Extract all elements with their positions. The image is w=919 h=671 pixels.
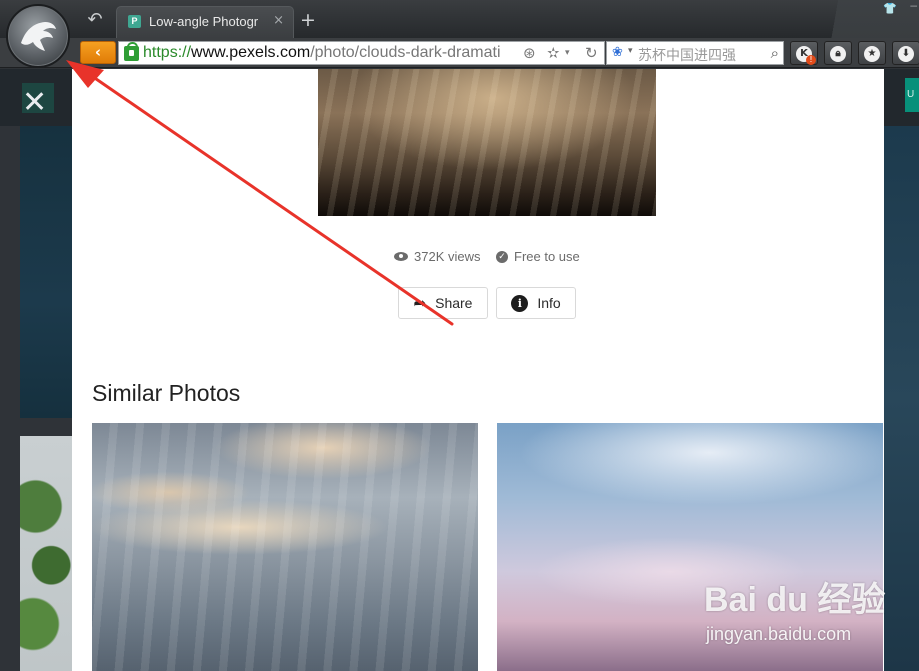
info-label: Info <box>537 295 561 311</box>
photo-modal: 372K views ✓ Free to use ➦ Share i Info … <box>72 69 884 671</box>
main-photo[interactable] <box>318 69 656 216</box>
address-bar[interactable]: https://www.pexels.com/photo/clouds-dark… <box>118 41 605 65</box>
share-label: Share <box>435 295 473 311</box>
license-text: Free to use <box>514 249 580 264</box>
info-button[interactable]: i Info <box>496 287 576 319</box>
k-extension-button[interactable]: K ! <box>790 41 818 65</box>
share-arrow-icon: ➦ <box>413 294 427 312</box>
background-photo-left-top <box>20 126 72 418</box>
lock-extension-icon: 🔒︎ <box>830 45 846 62</box>
favorite-star-icon[interactable]: ✫ <box>547 44 560 62</box>
light-rays <box>318 69 656 216</box>
url-text[interactable]: https://www.pexels.com/photo/clouds-dark… <box>143 44 521 62</box>
tab-active[interactable]: P Low-angle Photogr × <box>116 6 294 38</box>
baidu-paw-icon[interactable]: ❀ <box>612 45 623 60</box>
views-count: 372K views <box>414 249 481 264</box>
url-host: www.pexels.com <box>191 44 311 61</box>
info-icon: i <box>511 294 529 312</box>
pexels-favicon-icon: P <box>128 15 141 28</box>
url-path: /photo/clouds-dark-dramati <box>310 44 501 61</box>
header-button-dimmed: U <box>905 78 919 112</box>
download-button[interactable]: ⬇ <box>892 41 919 65</box>
skin-icon[interactable]: 👕 <box>883 2 897 15</box>
license-stat: ✓ Free to use <box>496 249 580 264</box>
similar-photo-1[interactable] <box>92 423 478 671</box>
star-extension-icon: ★ <box>864 45 880 62</box>
undo-close-tab-icon[interactable]: ↶ <box>84 9 106 31</box>
secure-lock-icon[interactable] <box>124 42 139 61</box>
refresh-icon[interactable]: ↻ <box>585 44 598 62</box>
star-extension-button[interactable]: ★ <box>858 41 886 65</box>
search-input[interactable]: 苏杯中国进四强 <box>638 45 736 65</box>
lock-extension-button[interactable]: 🔒︎ <box>824 41 852 65</box>
eye-icon <box>394 252 408 261</box>
compat-mode-icon[interactable]: ⊛ <box>523 44 536 62</box>
photo-stats: 372K views ✓ Free to use <box>72 249 884 267</box>
similar-photo-2[interactable] <box>497 423 883 671</box>
new-tab-button[interactable]: + <box>300 9 316 31</box>
alert-badge: ! <box>806 55 816 65</box>
share-button[interactable]: ➦ Share <box>398 287 488 319</box>
navigation-toolbar: ‹ https://www.pexels.com/photo/clouds-da… <box>0 38 919 68</box>
download-icon: ⬇ <box>898 45 914 62</box>
search-engine-dropdown-icon[interactable]: ▾ <box>628 46 633 56</box>
background-photo-right <box>884 126 919 671</box>
similar-photos-heading: Similar Photos <box>92 380 241 406</box>
browser-logo-button[interactable] <box>6 4 70 68</box>
tabbar-decoration <box>809 0 919 38</box>
check-circle-icon: ✓ <box>496 250 508 263</box>
cheetah-logo-icon <box>21 22 56 51</box>
search-bar[interactable]: ❀ ▾ 苏杯中国进四强 ⌕ <box>606 41 784 65</box>
favorite-dropdown-icon[interactable]: ▾ <box>565 48 570 58</box>
search-icon[interactable]: ⌕ <box>771 44 779 62</box>
light-rays <box>92 423 478 671</box>
background-photo-left-leaves <box>20 436 72 671</box>
url-protocol: https:// <box>143 44 192 61</box>
tab-close-icon[interactable]: × <box>273 13 284 28</box>
views-stat: 372K views <box>394 249 480 264</box>
modal-close-icon[interactable]: ✕ <box>22 88 52 118</box>
minimize-button[interactable]: – <box>910 0 917 12</box>
tab-title: Low-angle Photogr <box>149 14 259 29</box>
back-button[interactable]: ‹ <box>80 41 116 64</box>
